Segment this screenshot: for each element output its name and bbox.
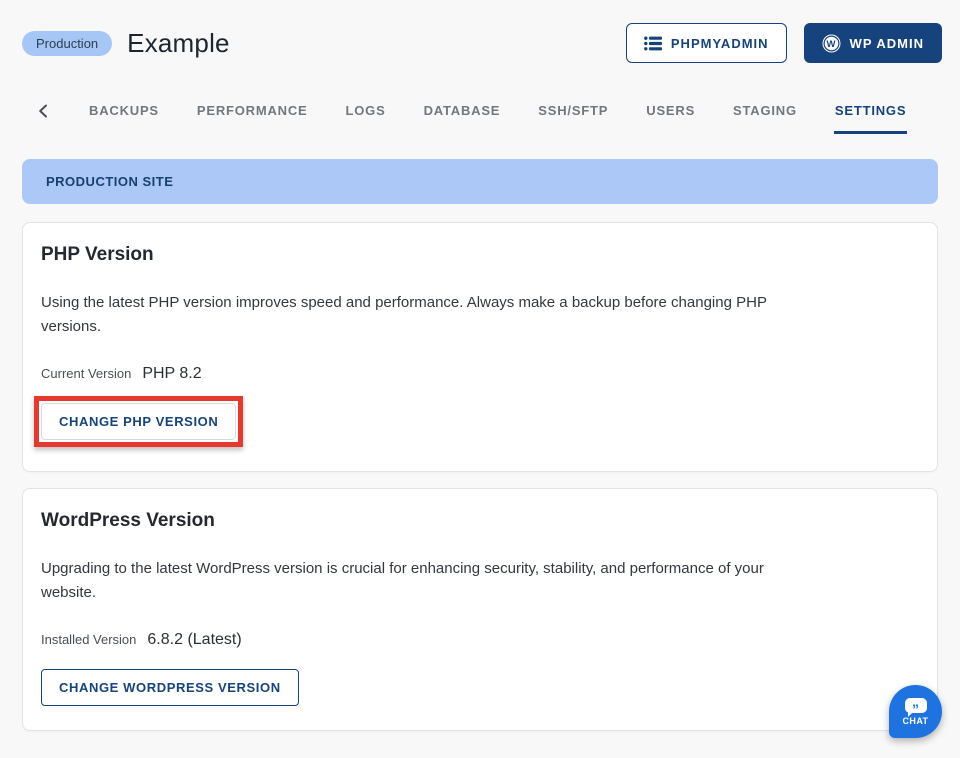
tab-logs[interactable]: LOGS [345, 103, 387, 134]
tab-ssh-sftp[interactable]: SSH/SFTP [537, 103, 609, 134]
speech-bubble-icon: ” [905, 698, 927, 713]
change-wordpress-version-button[interactable]: CHANGE WORDPRESS VERSION [41, 669, 299, 706]
tab-users[interactable]: USERS [645, 103, 696, 134]
svg-text:W: W [826, 38, 836, 49]
chat-launcher-label: CHAT [903, 716, 929, 726]
installed-version-row: Installed Version 6.8.2 (Latest) [41, 631, 919, 649]
version-label: Installed Version [41, 632, 136, 647]
site-tab-bar: BACKUPS PERFORMANCE LOGS DATABASE SSH/SF… [0, 103, 960, 134]
chevron-left-icon [38, 104, 48, 118]
list-icon [644, 36, 662, 51]
page-title: Example [127, 28, 230, 59]
card-description: Upgrading to the latest WordPress versio… [41, 557, 919, 605]
tabs-scroll-left-button[interactable] [22, 104, 52, 134]
wp-admin-button[interactable]: W WP ADMIN [804, 23, 942, 63]
version-label: Current Version [41, 366, 131, 381]
tab-settings[interactable]: SETTINGS [834, 103, 907, 134]
site-header: Production Example PHPMYADMIN W WP AD [0, 0, 960, 63]
header-actions: PHPMYADMIN W WP ADMIN [626, 23, 942, 63]
wordpress-logo-icon: W [822, 34, 841, 53]
card-title: WordPress Version [41, 510, 919, 532]
current-version-row: Current Version PHP 8.2 [41, 365, 919, 383]
version-value: PHP 8.2 [142, 365, 201, 383]
php-version-card: PHP Version Using the latest PHP version… [22, 222, 938, 472]
phpmyadmin-button-label: PHPMYADMIN [671, 36, 769, 51]
version-value: 6.8.2 (Latest) [147, 631, 241, 649]
card-title: PHP Version [41, 244, 919, 266]
tab-database[interactable]: DATABASE [423, 103, 502, 134]
change-php-version-button[interactable]: CHANGE PHP VERSION [41, 403, 236, 440]
chat-launcher-button[interactable]: ” CHAT [889, 685, 942, 738]
tab-staging[interactable]: STAGING [732, 103, 798, 134]
phpmyadmin-button[interactable]: PHPMYADMIN [626, 23, 787, 63]
environment-badge: Production [22, 31, 112, 56]
wp-admin-button-label: WP ADMIN [850, 36, 924, 51]
tab-performance[interactable]: PERFORMANCE [196, 103, 309, 134]
wordpress-version-card: WordPress Version Upgrading to the lates… [22, 488, 938, 731]
annotation-highlight-box: CHANGE PHP VERSION [34, 396, 243, 447]
card-description: Using the latest PHP version improves sp… [41, 291, 919, 339]
tab-backups[interactable]: BACKUPS [88, 103, 160, 134]
production-site-banner: PRODUCTION SITE [22, 159, 938, 204]
